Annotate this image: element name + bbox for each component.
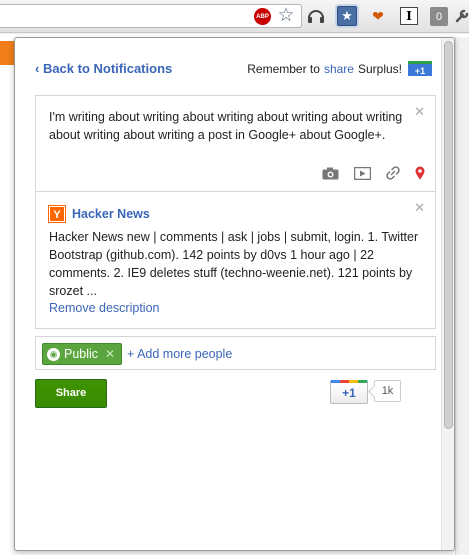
share-button[interactable]: Share [35, 379, 107, 408]
adblock-icon[interactable]: ABP [254, 8, 271, 25]
hacker-news-logo-icon: Y [48, 205, 66, 223]
bird-extension-icon[interactable]: ❤ [368, 6, 388, 26]
location-pin-icon[interactable] [415, 166, 425, 183]
count-badge-icon[interactable]: 0 [430, 7, 448, 26]
link-icon[interactable] [386, 166, 400, 183]
link-preview-close-icon[interactable]: ✕ [414, 200, 425, 216]
link-preview-card: Y Hacker News ✕ Hacker News new | commen… [35, 191, 436, 329]
remember-prefix: Remember to [247, 61, 320, 76]
bookmark-star-icon[interactable]: ☆ [276, 5, 296, 26]
remember-share-note: Remember to share Surplus! +1 [247, 61, 432, 76]
public-chip-remove-icon[interactable]: ✕ [105, 347, 115, 361]
post-close-icon[interactable]: ✕ [414, 104, 425, 120]
public-chip-label: Public [64, 347, 99, 361]
remove-description-link[interactable]: Remove description [49, 301, 159, 315]
popup-scrollbar[interactable] [441, 38, 454, 550]
remember-share-link[interactable]: share [324, 62, 354, 76]
add-more-people-link[interactable]: + Add more people [127, 347, 232, 361]
remember-suffix: Surplus! [357, 61, 402, 76]
popup-scroll-thumb[interactable] [444, 41, 453, 429]
public-audience-chip[interactable]: ◉ Public ✕ [42, 343, 123, 365]
browser-toolbar: ABP ☆ ★ ❤ I 0 [0, 0, 469, 33]
post-composer[interactable]: I'm writing about writing about writing … [35, 95, 436, 191]
wrench-menu-icon[interactable] [452, 6, 469, 26]
audience-selector[interactable]: ◉ Public ✕ + Add more people [35, 336, 436, 370]
link-preview-title[interactable]: Hacker News [72, 207, 150, 221]
surplus-popup: ‹ Back to Notifications Remember to shar… [14, 37, 455, 551]
headphones-icon[interactable] [306, 6, 326, 26]
globe-icon: ◉ [47, 347, 60, 361]
post-attachment-tools [322, 166, 425, 183]
page-orange-header [0, 41, 14, 65]
post-text[interactable]: I'm writing about writing about writing … [49, 108, 409, 144]
video-icon[interactable] [353, 166, 372, 183]
page-scrollbar[interactable] [455, 37, 469, 555]
google-plus-one-badge[interactable]: +1 [408, 61, 432, 76]
plus-one-button[interactable]: +1 [330, 380, 368, 404]
plus-one-count: 1k [374, 380, 401, 402]
link-preview-description: Hacker News new | comments | ask | jobs … [49, 230, 419, 298]
camera-icon[interactable] [322, 167, 339, 183]
surplus-extension-icon[interactable]: ★ [337, 6, 357, 26]
back-to-notifications-link[interactable]: ‹ Back to Notifications [35, 61, 172, 76]
reader-extension-icon[interactable]: I [400, 7, 418, 25]
